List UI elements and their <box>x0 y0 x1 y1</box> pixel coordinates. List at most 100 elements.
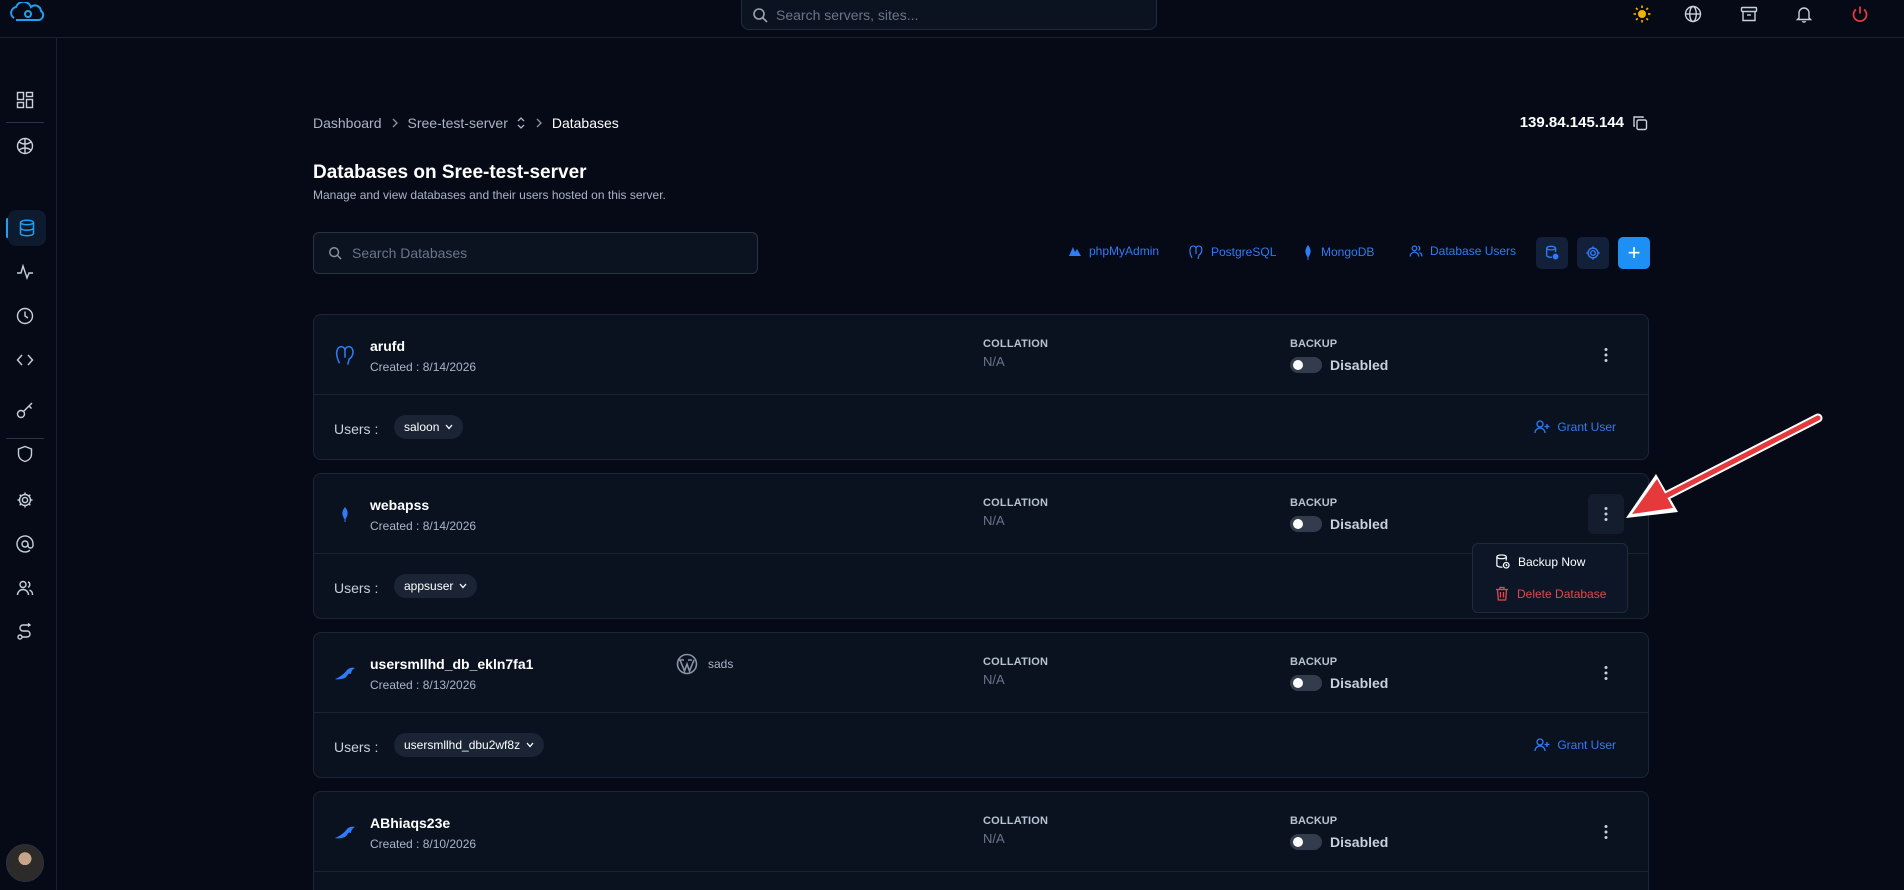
server-ip: 139.84.145.144 <box>1520 114 1648 131</box>
postgresql-label: PostgreSQL <box>1211 245 1277 259</box>
backup-label: BACKUP <box>1290 338 1338 350</box>
server-ip-text: 139.84.145.144 <box>1519 114 1624 131</box>
breadcrumb-server[interactable]: Sree-test-server <box>408 115 508 131</box>
key-icon <box>16 401 34 419</box>
phpmyadmin-label: phpMyAdmin <box>1089 244 1160 258</box>
database-name[interactable]: webapss <box>370 497 429 513</box>
backup-now-menu-item[interactable]: Backup Now <box>1495 554 1585 569</box>
breadcrumb-dashboard[interactable]: Dashboard <box>313 115 382 131</box>
backup-label: BACKUP <box>1290 815 1338 827</box>
postgresql-icon <box>334 344 356 366</box>
database-name[interactable]: arufd <box>370 338 405 354</box>
user-chip[interactable]: saloon <box>394 415 464 439</box>
delete-database-menu-item[interactable]: Delete Database <box>1495 586 1606 601</box>
backup-state: Disabled <box>1330 675 1389 691</box>
user-chip[interactable]: appsuser <box>394 574 478 598</box>
database-created: Created : 8/14/2026 <box>370 360 477 374</box>
top-bar <box>0 0 1904 38</box>
add-database-button[interactable]: + <box>1618 237 1650 269</box>
backup-toggle[interactable] <box>1290 357 1322 373</box>
at-icon <box>16 535 34 553</box>
postgresql-link[interactable]: PostgreSQL <box>1188 244 1276 260</box>
user-chip-label: usersmllhd_dbu2wf8z <box>404 738 521 752</box>
bell-icon[interactable] <box>1793 3 1815 25</box>
database-card-header: usersmllhd_db_ekln7fa1 Created : 8/13/20… <box>314 633 1648 713</box>
more-options-button[interactable] <box>1588 335 1624 375</box>
sidebar-item-servers[interactable] <box>6 128 44 164</box>
search-icon <box>328 246 342 260</box>
globe-icon[interactable] <box>1682 3 1704 25</box>
backup-toggle[interactable] <box>1290 675 1322 691</box>
trash-icon <box>1495 586 1509 601</box>
database-search[interactable] <box>313 232 758 274</box>
backup-label: BACKUP <box>1290 497 1338 509</box>
mongodb-link[interactable]: MongoDB <box>1302 244 1374 260</box>
users-label: Users : <box>334 739 379 755</box>
gear-icon <box>16 491 34 509</box>
chevron-down-icon <box>459 583 467 589</box>
collation-value: N/A <box>983 354 1005 369</box>
database-created: Created : 8/10/2026 <box>370 837 477 851</box>
route-icon <box>16 623 34 641</box>
backup-toggle[interactable] <box>1290 516 1322 532</box>
chevron-right-icon <box>534 118 544 128</box>
users-icon <box>1409 244 1423 258</box>
backup-state: Disabled <box>1330 516 1389 532</box>
grant-user-button[interactable]: Grant User <box>1534 738 1616 752</box>
more-options-button[interactable] <box>1588 653 1624 693</box>
sidebar-item-keys[interactable] <box>6 392 44 428</box>
activity-icon <box>16 263 34 281</box>
archive-icon[interactable] <box>1738 3 1760 25</box>
page-title: Databases on Sree-test-server <box>313 162 587 183</box>
database-settings-button[interactable] <box>1536 237 1568 269</box>
kebab-icon <box>1604 347 1608 363</box>
code-icon <box>16 351 34 369</box>
sidebar-item-monitoring[interactable] <box>6 254 44 290</box>
backup-toggle[interactable] <box>1290 834 1322 850</box>
linked-site[interactable]: sads <box>676 653 733 675</box>
sun-icon[interactable] <box>1631 3 1653 25</box>
sidebar-item-code[interactable] <box>6 342 44 378</box>
database-name[interactable]: usersmllhd_db_ekln7fa1 <box>370 656 533 672</box>
sidebar-item-settings[interactable] <box>6 482 44 518</box>
chevron-up-down-icon[interactable] <box>516 116 526 130</box>
user-plus-icon <box>1534 420 1550 434</box>
mysql-icon <box>334 662 356 684</box>
sidebar-item-routes[interactable] <box>6 614 44 650</box>
phpmyadmin-link[interactable]: phpMyAdmin <box>1068 244 1159 258</box>
sidebar <box>0 38 57 890</box>
more-options-button[interactable] <box>1588 812 1624 852</box>
settings-button[interactable] <box>1577 237 1609 269</box>
sidebar-item-cron[interactable] <box>6 298 44 334</box>
avatar[interactable] <box>6 844 44 882</box>
global-search[interactable] <box>741 0 1157 30</box>
linked-site-name: sads <box>708 657 734 671</box>
clock-icon <box>16 307 34 325</box>
database-created: Created : 8/14/2026 <box>370 519 477 533</box>
database-search-input[interactable] <box>352 245 732 261</box>
database-users-link[interactable]: Database Users <box>1409 244 1516 258</box>
user-chip[interactable]: usersmllhd_dbu2wf8z <box>394 733 545 757</box>
options-dropdown: Backup Now Delete Database <box>1472 543 1628 613</box>
logo-icon[interactable] <box>8 2 50 24</box>
users-label: Users : <box>334 580 379 596</box>
copy-icon[interactable] <box>1632 115 1648 131</box>
dashboard-icon <box>16 91 34 109</box>
database-card: ABhiaqs23e Created : 8/10/2026 COLLATION… <box>313 791 1649 890</box>
grant-user-label: Grant User <box>1557 738 1616 752</box>
user-chip-label: saloon <box>404 420 440 434</box>
sidebar-item-dashboard[interactable] <box>6 82 44 118</box>
sidebar-item-databases[interactable] <box>8 210 46 246</box>
power-icon[interactable] <box>1849 3 1871 25</box>
gear-icon <box>1585 245 1601 261</box>
database-card: arufd Created : 8/14/2026 COLLATION N/A … <box>313 314 1649 460</box>
annotation-arrow <box>1600 400 1840 550</box>
database-icon <box>18 219 36 237</box>
global-search-input[interactable] <box>776 6 1136 23</box>
database-name[interactable]: ABhiaqs23e <box>370 815 450 831</box>
sidebar-item-email[interactable] <box>6 526 44 562</box>
users-label: Users : <box>334 421 379 437</box>
sidebar-item-security[interactable] <box>6 436 44 472</box>
database-gear-icon <box>1544 245 1560 261</box>
sidebar-item-users[interactable] <box>6 570 44 606</box>
